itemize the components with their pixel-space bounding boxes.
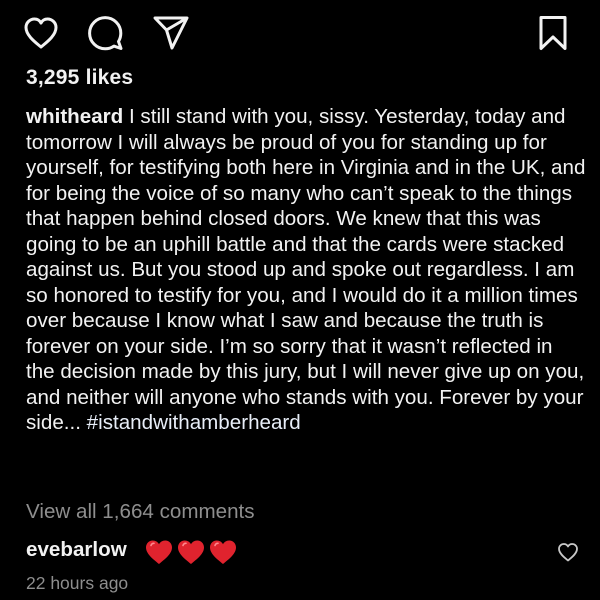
post-timestamp: 22 hours ago [26, 573, 129, 593]
top-comment: evebarlow [26, 537, 586, 567]
paper-plane-icon[interactable] [148, 10, 194, 56]
red-heart-emoji-icon [178, 540, 204, 564]
view-all-comments-link[interactable]: View all 1,664 comments [26, 500, 255, 524]
likes-count[interactable]: 3,295 likes [26, 66, 133, 90]
red-heart-emoji-icon [210, 540, 236, 564]
comment-bubble-icon[interactable] [82, 10, 128, 56]
red-heart-emoji-icon [146, 540, 172, 564]
caption-hashtag[interactable]: #istandwithamberheard [87, 411, 301, 434]
comment-like-heart-icon[interactable] [554, 538, 582, 566]
post-action-bar [0, 10, 600, 56]
comment-text [144, 537, 238, 567]
comment-username[interactable]: evebarlow [26, 538, 127, 562]
caption-text: I still stand with you, sissy. Yesterday… [26, 105, 586, 434]
caption-username[interactable]: whitheard [26, 105, 123, 128]
heart-outline-icon[interactable] [18, 10, 64, 56]
bookmark-icon[interactable] [530, 10, 576, 56]
post-caption: whitheard I still stand with you, sissy.… [26, 104, 586, 436]
